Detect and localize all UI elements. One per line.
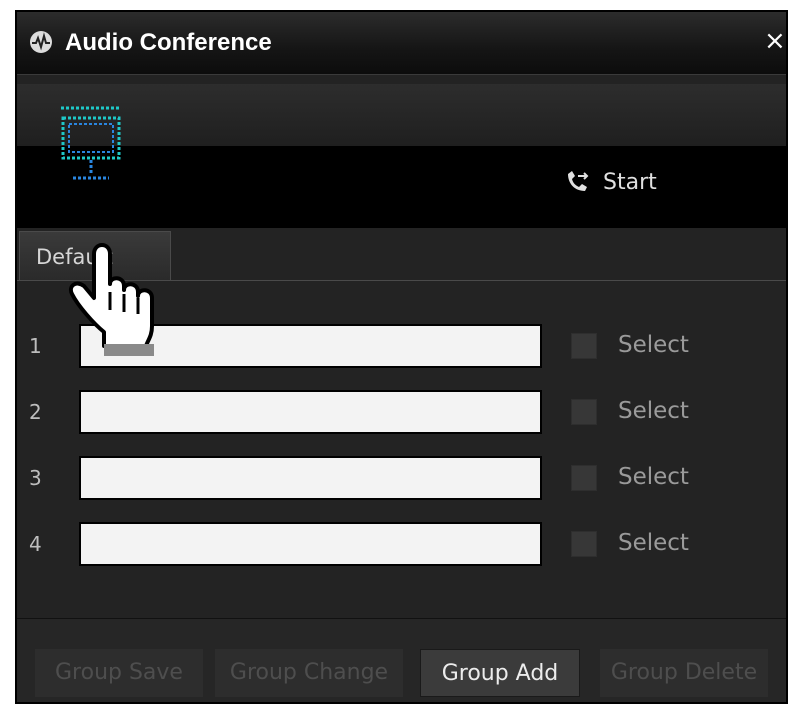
participant-row: 4 Select [17,522,786,568]
select-checkbox[interactable] [571,399,597,425]
participant-panel: 1 Select 2 Select 3 Select 4 Select [17,280,786,620]
audio-conference-window: Audio Conference × Start Default 1 Selec… [15,10,788,704]
tab-default[interactable]: Default [19,231,171,281]
participant-input[interactable] [79,456,542,500]
title-bar[interactable]: Audio Conference × [17,12,786,75]
select-checkbox[interactable] [571,465,597,491]
select-label[interactable]: Select [618,464,689,490]
select-checkbox[interactable] [571,333,597,359]
toolbar: Start [17,84,786,228]
select-label[interactable]: Select [618,398,689,424]
close-icon[interactable]: × [764,28,786,54]
participant-row: 3 Select [17,456,786,502]
select-label[interactable]: Select [618,332,689,358]
row-number: 2 [29,400,42,424]
group-button-bar: Group Save Group Change Group Add Group … [17,618,786,702]
participant-row: 2 Select [17,390,786,436]
participant-input[interactable] [79,324,542,368]
start-button[interactable]: Start [565,164,657,200]
select-checkbox[interactable] [571,531,597,557]
participant-input[interactable] [79,390,542,434]
group-delete-button[interactable]: Group Delete [600,649,768,697]
row-number: 3 [29,466,42,490]
select-label[interactable]: Select [618,530,689,556]
window-title: Audio Conference [65,29,272,56]
start-label: Start [603,169,657,195]
group-change-button[interactable]: Group Change [215,649,403,697]
group-add-button[interactable]: Group Add [420,649,580,697]
phone-transfer-icon [568,171,589,191]
conference-display-icon[interactable] [55,104,127,188]
app-logo-icon [30,31,52,53]
row-number: 1 [29,334,42,358]
group-save-button[interactable]: Group Save [35,649,203,697]
row-number: 4 [29,532,42,556]
participant-row: 1 Select [17,324,786,370]
participant-input[interactable] [79,522,542,566]
